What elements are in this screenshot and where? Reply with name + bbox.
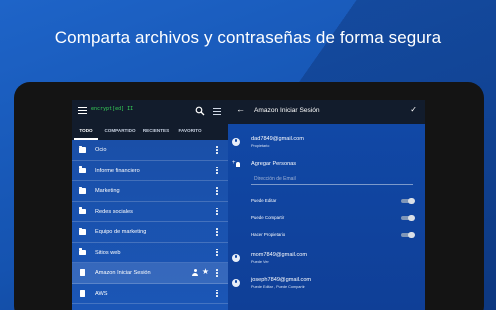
permission-label: Puede Compartir (251, 215, 285, 220)
account-icon (232, 254, 240, 262)
file-label: AWS (95, 290, 108, 297)
make-owner-toggle[interactable] (401, 231, 415, 239)
email-field[interactable]: Dirección de Email (251, 176, 413, 185)
owner-email: dad7849@gmail.com (251, 136, 304, 142)
tab-recientes[interactable]: RECIENTES (140, 124, 172, 140)
person-icon[interactable] (192, 269, 198, 276)
list-item[interactable]: Equipo de marketing (72, 222, 228, 243)
list-item[interactable]: Sitios web (72, 243, 228, 263)
app-screen: encrypt[ed] II TODO COMPARTIDO RECIENTES… (72, 100, 425, 310)
share-settings: dad7849@gmail.com Propietario Agregar Pe… (228, 124, 425, 310)
permission-label: Puede Editar (251, 198, 277, 203)
star-icon[interactable]: ★ (202, 268, 209, 276)
file-label: Equipo de marketing (95, 229, 147, 235)
owner-role: Propietario (251, 144, 270, 148)
menu-icon[interactable] (78, 107, 87, 115)
folder-icon (79, 248, 86, 255)
member-role: Puede Ver (251, 260, 269, 264)
folder-icon (79, 227, 86, 235)
tab-todo[interactable]: TODO (72, 124, 100, 140)
member-email: mom7849@gmail.com (251, 252, 308, 258)
list-item[interactable]: Marketing (72, 181, 228, 202)
member-email: joseph7849@gmail.com (251, 277, 312, 283)
list-item[interactable]: Informe financiero (72, 161, 228, 181)
document-icon (79, 269, 85, 276)
can-edit-toggle[interactable] (401, 197, 415, 205)
detail-app-bar: ← Amazon Iniciar Sesión ✓ (228, 100, 425, 124)
file-label: Redes sociales (95, 208, 133, 215)
more-vert-icon[interactable] (216, 187, 218, 195)
folder-icon (79, 166, 86, 173)
more-vert-icon[interactable] (216, 269, 218, 277)
file-browser-pane: encrypt[ed] II TODO COMPARTIDO RECIENTES… (72, 100, 228, 310)
account-icon (232, 138, 240, 146)
file-label: Amazon Iniciar Sesión (95, 270, 151, 276)
can-share-toggle[interactable] (401, 214, 415, 222)
list-item[interactable]: AWS (72, 284, 228, 304)
app-bar: encrypt[ed] II TODO COMPARTIDO RECIENTES… (72, 100, 228, 140)
list-view-icon[interactable] (213, 108, 221, 115)
more-vert-icon[interactable] (216, 228, 218, 236)
list-item[interactable]: Ocio (72, 140, 228, 161)
email-placeholder: Dirección de Email (254, 176, 296, 182)
permission-label: Hacer Propietario (251, 232, 286, 237)
folder-icon (79, 145, 86, 153)
file-label: Sitios web (95, 249, 121, 256)
tab-favorito[interactable]: FAVORITO (172, 124, 208, 140)
more-vert-icon[interactable] (216, 146, 218, 154)
folder-icon (79, 207, 86, 214)
list-item-selected[interactable]: Amazon Iniciar Sesión ★ (72, 263, 228, 284)
person-add-icon[interactable] (232, 160, 241, 168)
add-people-label[interactable]: Agregar Personas (251, 161, 296, 167)
headline: Comparta archivos y contraseñas de forma… (54, 28, 442, 47)
member-role: Puede Editar , Puede Compartir (251, 285, 305, 289)
tab-bar: TODO COMPARTIDO RECIENTES FAVORITO (72, 124, 228, 140)
list-item[interactable]: Redes sociales (72, 202, 228, 222)
file-label: Informe financiero (95, 167, 140, 174)
account-icon (232, 279, 240, 287)
check-icon[interactable]: ✓ (410, 105, 417, 114)
file-label: Marketing (95, 188, 120, 194)
share-detail-pane: ← Amazon Iniciar Sesión ✓ dad7849@gmail.… (228, 100, 425, 310)
more-vert-icon[interactable] (216, 289, 218, 298)
folder-icon (79, 186, 86, 194)
app-title: encrypt[ed] II (91, 106, 134, 112)
search-icon[interactable] (195, 106, 205, 116)
more-vert-icon[interactable] (216, 166, 218, 175)
file-label: Ocio (95, 147, 107, 153)
file-list: Ocio Informe financiero Marketing Redes … (72, 140, 228, 310)
more-vert-icon[interactable] (216, 248, 218, 257)
detail-title: Amazon Iniciar Sesión (254, 107, 320, 114)
back-arrow-icon[interactable]: ← (236, 105, 245, 114)
document-icon (79, 289, 85, 297)
tab-compartido[interactable]: COMPARTIDO (100, 124, 140, 140)
more-vert-icon[interactable] (216, 207, 218, 216)
